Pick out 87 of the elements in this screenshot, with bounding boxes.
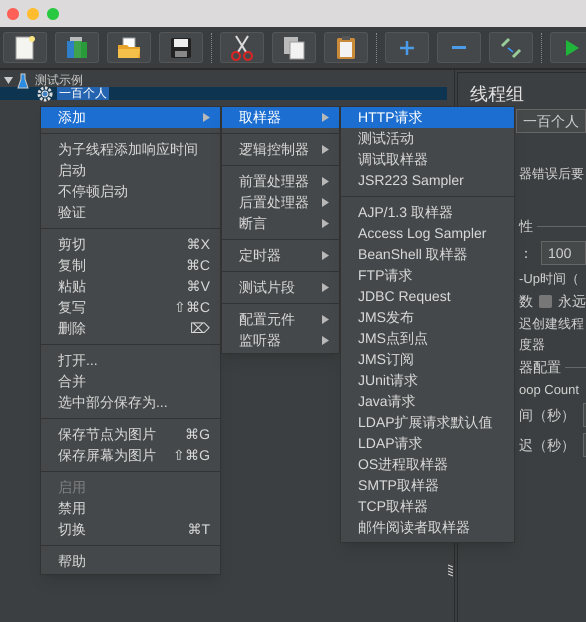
menu-item[interactable]: BeanShell 取样器 [341,244,514,265]
expand-arrow-icon[interactable] [4,76,13,85]
panel-label: 数 [519,292,533,310]
panel-title: 线程组 [470,83,525,106]
checkbox-label: 永远 [558,292,586,310]
books-icon [64,34,90,60]
menu-item[interactable]: 配置元件 [222,309,339,330]
menu-item[interactable]: 测试活动 [341,128,514,149]
toolbar-button[interactable] [3,32,47,63]
menu-item[interactable]: 删除 ⌦ [41,318,220,339]
menu-item[interactable]: 帮助 [41,551,220,572]
menu-item[interactable]: JDBC Request [341,286,514,307]
plus-icon [398,38,416,56]
menu-item[interactable]: 复写 ⇧⌘C [41,297,220,318]
menu-item[interactable]: SMTP取样器 [341,475,514,496]
tree-label: 测试示例 [34,74,83,87]
copy-icon [281,34,307,60]
menu-item[interactable]: 添加 [41,107,220,128]
folder-icon [116,36,142,60]
panel-label: ： [519,244,533,262]
menu-item[interactable]: 切换 ⌘T [41,519,220,540]
flask-icon [17,72,29,88]
menu-item[interactable]: LDAP请求 [341,433,514,454]
menu-item[interactable]: 后置处理器 [222,192,339,213]
menu-item[interactable]: JSR223 Sampler [341,170,514,191]
menu-item[interactable]: JUnit请求 [341,370,514,391]
tree-label: 一百个人 [57,87,109,100]
menu-item[interactable]: 粘贴 ⌘V [41,276,220,297]
menu-item[interactable]: OS进程取样器 [341,454,514,475]
menu-item[interactable]: 剪切 ⌘X [41,234,220,255]
menu-item[interactable]: TCP取样器 [341,496,514,517]
menu-item[interactable]: 断言 [222,213,339,234]
input-field[interactable]: 100 [541,241,586,265]
panel-label: 迟（秒） [519,436,575,454]
menu-item[interactable]: 定时器 [222,245,339,266]
menu-item[interactable]: 选中部分保存为... [41,392,220,413]
panel-label: 间（秒） [519,406,575,424]
minus-icon [452,46,466,49]
menu-item[interactable]: 监听器 [222,330,339,351]
tree-row[interactable]: 测试示例 [0,74,447,87]
menu-item[interactable]: 调试取样器 [341,149,514,170]
menu-item[interactable]: FTP请求 [341,265,514,286]
toolbar-button[interactable] [324,32,368,63]
toolbar-button[interactable] [159,32,203,63]
menu-item[interactable]: 复制 ⌘C [41,255,220,276]
menu-item[interactable]: 验证 [41,202,220,223]
menu-item[interactable]: 不停顿启动 [41,181,220,202]
blank-page-icon [14,34,36,60]
toolbar-button[interactable] [272,32,316,63]
menu-item[interactable]: 取样器 [222,107,339,128]
toolbar-button[interactable] [107,32,151,63]
menu-item[interactable]: AJP/1.3 取样器 [341,202,514,223]
menu-item[interactable]: 禁用 [41,498,220,519]
menu-item[interactable]: Java请求 [341,391,514,412]
menu-item[interactable]: 打开... [41,350,220,371]
panel-label: oop Count [519,380,579,399]
panel-label: 迟创建线程 [519,314,584,333]
menu-item[interactable]: Access Log Sampler [341,223,514,244]
scissors-icon [230,34,254,62]
menu-item[interactable]: JMS订阅 [341,349,514,370]
play-icon [564,38,580,58]
menu-item[interactable]: 为子线程添加响应时间 [41,139,220,160]
menu-item[interactable]: 前置处理器 [222,171,339,192]
group-title: 器配置 [519,358,561,376]
menu-item[interactable]: 逻辑控制器 [222,139,339,160]
group-title: 性 [519,216,533,236]
menu-item[interactable]: LDAP扩展请求默认值 [341,412,514,433]
menu-item[interactable]: JMS点到点 [341,328,514,349]
splitter-grip-icon[interactable] [448,564,453,578]
name-field[interactable]: 一百个人 [516,109,586,133]
tree-row[interactable]: 一百个人 [0,87,447,100]
menu-item[interactable]: 测试片段 [222,277,339,298]
toolbar-button[interactable] [220,32,264,63]
panel-label: 器错误后要 [519,164,584,183]
menu-item[interactable]: 保存屏幕为图片 ⇧⌘G [41,445,220,466]
panel-label: -Up时间（ [519,270,579,288]
menu-item[interactable]: 启动 [41,160,220,181]
menu-item[interactable]: 保存节点为图片 ⌘G [41,424,220,445]
checkbox[interactable] [539,294,552,308]
menu-item[interactable]: JMS发布 [341,307,514,328]
wand-icon [499,36,523,60]
menu-item[interactable]: HTTP请求 [341,107,514,128]
panel-label: 度器 [519,336,545,354]
menu-item[interactable]: 邮件阅读者取样器 [341,517,514,538]
clipboard-icon [335,34,357,60]
menu-item[interactable]: 合并 [41,371,220,392]
gear-icon [37,86,53,102]
